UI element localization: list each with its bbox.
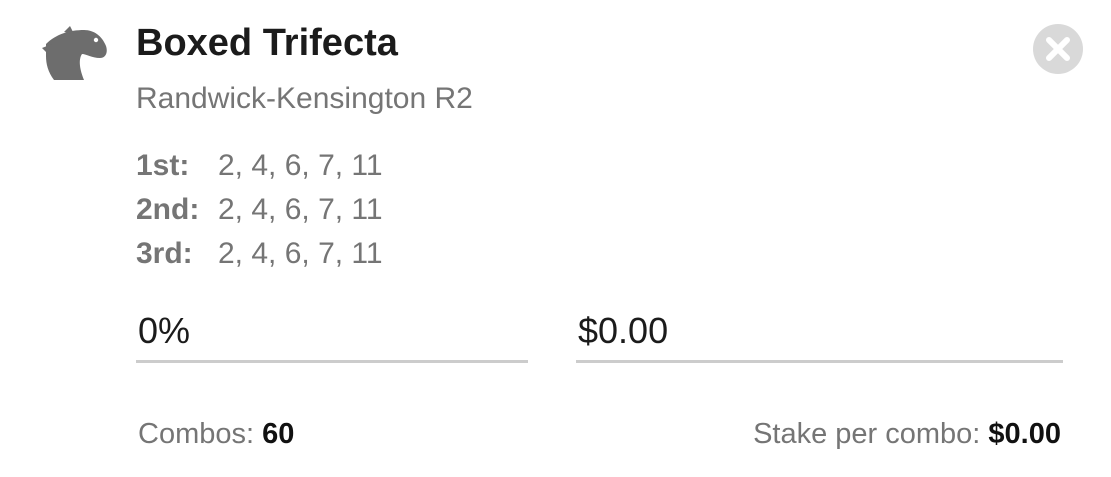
place-runners: 2, 4, 6, 7, 11: [218, 237, 383, 270]
combos-value: 60: [262, 418, 295, 450]
stake-label: Stake per combo:: [753, 418, 981, 450]
amount-field-wrapper: [576, 306, 1065, 363]
place-label: 1st:: [136, 149, 190, 182]
place-row-3rd: 3rd: 2, 4, 6, 7, 11: [136, 232, 383, 276]
stake-summary: Stake per combo: $0.00: [753, 418, 1061, 451]
horse-head-icon: [40, 26, 110, 86]
race-name: Randwick-Kensington R2: [136, 82, 473, 115]
place-label: 3rd:: [136, 237, 193, 270]
combos-label: Combos:: [138, 418, 255, 450]
place-selections: 1st: 2, 4, 6, 7, 11 2nd: 2, 4, 6, 7, 11 …: [136, 144, 383, 276]
stake-value: $0.00: [988, 418, 1061, 450]
percent-field-wrapper: [136, 306, 530, 363]
place-row-1st: 1st: 2, 4, 6, 7, 11: [136, 144, 383, 188]
close-icon: [1046, 37, 1070, 61]
combos-summary: Combos: 60: [138, 418, 294, 451]
place-runners: 2, 4, 6, 7, 11: [218, 149, 383, 182]
place-label: 2nd:: [136, 193, 200, 226]
percent-input[interactable]: [136, 306, 530, 356]
bet-title: Boxed Trifecta: [136, 22, 398, 64]
amount-input[interactable]: [576, 306, 1065, 356]
bet-card: Boxed Trifecta Randwick-Kensington R2 1s…: [0, 0, 1111, 477]
place-runners: 2, 4, 6, 7, 11: [218, 193, 383, 226]
place-row-2nd: 2nd: 2, 4, 6, 7, 11: [136, 188, 383, 232]
close-button[interactable]: [1033, 24, 1083, 74]
